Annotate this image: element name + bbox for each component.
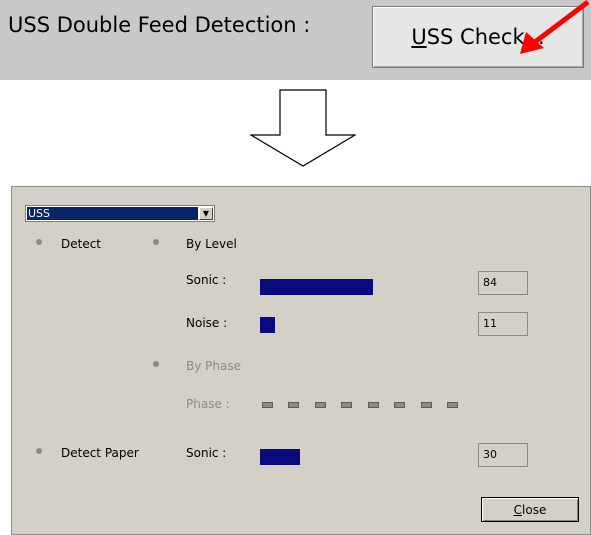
phase-indicator xyxy=(288,402,299,408)
phase-indicator xyxy=(421,402,432,408)
phase-label: Phase : xyxy=(186,397,230,411)
detect-label: Detect xyxy=(61,237,102,251)
noise-level-bar xyxy=(260,317,275,333)
close-accel: C xyxy=(513,502,523,517)
combo-selected-value: USS xyxy=(27,207,198,220)
phase-indicator xyxy=(262,402,273,408)
by-level-radio[interactable] xyxy=(153,239,159,245)
noise-value-field: 11 xyxy=(478,312,528,336)
uss-check-dialog: USS ▼ Detect By Level Sonic : 84 Noise :… xyxy=(11,186,591,535)
sonic-label: Sonic : xyxy=(186,273,227,287)
detect-paper-radio[interactable] xyxy=(36,448,42,454)
mode-combobox[interactable]: USS ▼ xyxy=(25,205,215,222)
uss-check-accel: U xyxy=(411,25,427,49)
detect-radio[interactable] xyxy=(36,239,42,245)
detect-paper-label: Detect Paper xyxy=(61,446,139,460)
by-level-label: By Level xyxy=(186,237,237,251)
by-phase-radio[interactable] xyxy=(153,361,159,367)
paper-sonic-label: Sonic : xyxy=(186,446,227,460)
paper-sonic-level-bar xyxy=(260,449,300,465)
noise-label: Noise : xyxy=(186,316,228,330)
phase-indicator xyxy=(341,402,352,408)
down-arrow-icon xyxy=(250,89,356,167)
uss-double-feed-detection-label: USS Double Feed Detection : xyxy=(8,13,311,37)
by-phase-label: By Phase xyxy=(186,359,241,373)
sonic-level-bar xyxy=(260,279,373,295)
phase-indicator xyxy=(447,402,458,408)
paper-sonic-value-field: 30 xyxy=(478,443,528,467)
sonic-value-field: 84 xyxy=(478,271,528,295)
red-arrow-icon xyxy=(520,0,590,54)
phase-indicator xyxy=(368,402,379,408)
close-button[interactable]: Close xyxy=(481,497,579,522)
phase-indicator xyxy=(315,402,326,408)
chevron-down-icon[interactable]: ▼ xyxy=(199,207,213,220)
top-strip: USS Double Feed Detection : U SS Check... xyxy=(0,0,591,80)
close-label: lose xyxy=(522,502,547,517)
phase-indicator xyxy=(394,402,405,408)
